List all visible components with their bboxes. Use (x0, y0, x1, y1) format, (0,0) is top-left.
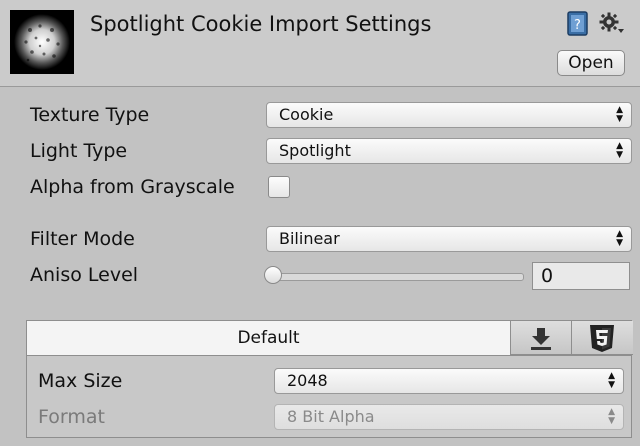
html5-icon (590, 325, 614, 352)
max-size-value: 2048 (287, 371, 328, 390)
aniso-level-field[interactable]: 0 (532, 262, 630, 290)
texture-type-label: Texture Type (30, 104, 150, 126)
format-dropdown: 8 Bit Alpha ▲ ▼ (274, 404, 624, 430)
aniso-level-slider-track[interactable] (272, 273, 524, 281)
alpha-from-grayscale-checkbox[interactable] (268, 176, 290, 198)
texture-preview-thumbnail (10, 10, 74, 74)
download-icon (531, 328, 551, 350)
updown-arrows-icon: ▲ ▼ (616, 229, 623, 248)
format-label: Format (38, 406, 105, 428)
light-type-label: Light Type (30, 140, 128, 162)
inspector-header: Spotlight Cookie Import Settings ? Open (0, 0, 640, 87)
book-help-icon[interactable]: ? (566, 11, 590, 37)
gear-dropdown-icon[interactable] (598, 10, 626, 38)
updown-arrows-icon: ▲ ▼ (608, 407, 615, 426)
aniso-level-slider-thumb[interactable] (264, 266, 282, 284)
light-type-dropdown[interactable]: Spotlight ▲ ▼ (266, 138, 632, 164)
texture-type-value: Cookie (279, 105, 334, 124)
max-size-dropdown[interactable]: 2048 ▲ ▼ (274, 368, 624, 394)
filter-mode-dropdown[interactable]: Bilinear ▲ ▼ (266, 226, 632, 252)
alpha-from-grayscale-label: Alpha from Grayscale (30, 176, 235, 198)
updown-arrows-icon: ▲ ▼ (608, 371, 615, 390)
filter-mode-label: Filter Mode (30, 228, 135, 250)
aniso-level-label: Aniso Level (30, 264, 139, 286)
texture-type-dropdown[interactable]: Cookie ▲ ▼ (266, 102, 632, 128)
svg-text:?: ? (574, 18, 581, 33)
inspector-title: Spotlight Cookie Import Settings (90, 12, 432, 36)
format-value: 8 Bit Alpha (287, 407, 375, 426)
max-size-label: Max Size (38, 370, 123, 392)
filter-mode-value: Bilinear (279, 229, 340, 248)
updown-arrows-icon: ▲ ▼ (616, 141, 623, 160)
tab-standalone[interactable] (511, 321, 572, 355)
tab-default[interactable]: Default (27, 321, 511, 355)
light-type-value: Spotlight (279, 141, 351, 160)
tab-webgl[interactable] (572, 321, 633, 355)
updown-arrows-icon: ▲ ▼ (616, 105, 623, 124)
tab-divider (27, 355, 631, 356)
open-button[interactable]: Open (557, 50, 625, 76)
